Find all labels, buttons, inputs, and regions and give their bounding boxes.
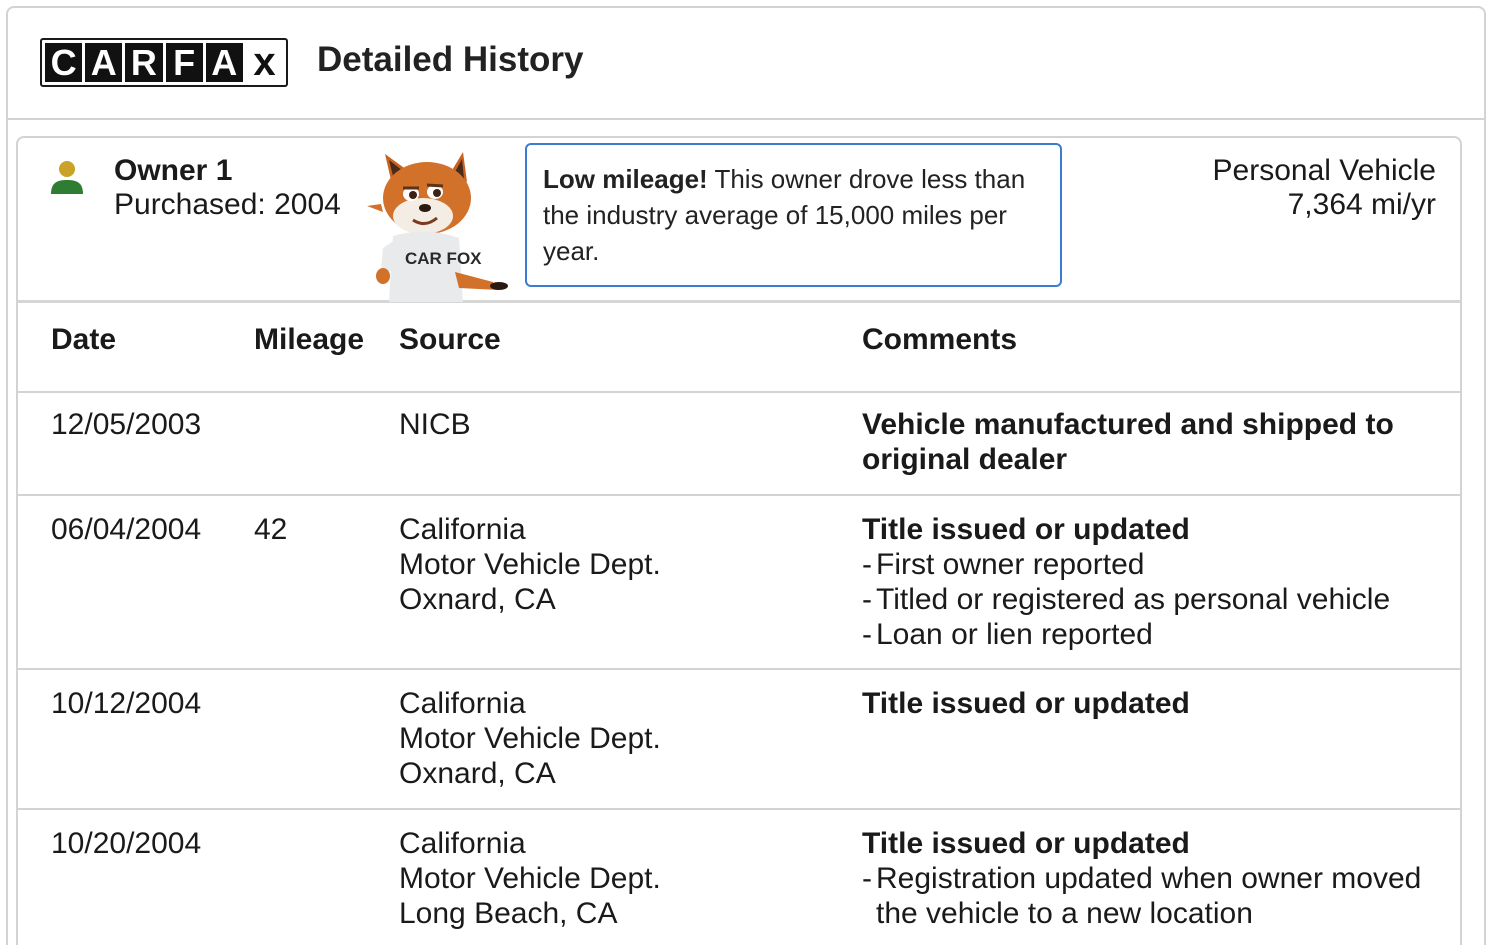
owner-purchased: Purchased: 2004: [114, 188, 341, 221]
table-row: 10/20/2004 California Motor Vehicle Dept…: [18, 812, 1460, 945]
source-line: California: [399, 513, 526, 546]
row-source: NICB: [399, 407, 471, 442]
comment-bullet: - Loan or lien reported: [862, 618, 1153, 651]
logo-letter: F: [165, 43, 203, 82]
column-header-mileage: Mileage: [254, 323, 365, 356]
comment-bullet-text: Titled or registered as personal vehicle: [876, 583, 1391, 616]
row-source: California Motor Vehicle Dept. Oxnard, C…: [399, 512, 661, 617]
report-header: C A R F A x Detailed History: [8, 8, 1484, 120]
logo-letter: A: [205, 43, 243, 82]
row-source: California Motor Vehicle Dept. Long Beac…: [399, 826, 661, 931]
table-row: 06/04/2004 42 California Motor Vehicle D…: [18, 498, 1460, 670]
row-comments: Title issued or updated - First owner rep…: [862, 512, 1442, 652]
comment-bullet-text: First owner reported: [876, 548, 1145, 581]
row-date: 10/12/2004: [51, 687, 202, 720]
person-icon: [51, 161, 83, 194]
row-comments: Vehicle manufactured and shipped to orig…: [862, 407, 1442, 477]
page-title: Detailed History: [317, 40, 584, 79]
mascot-shirt-text: CAR FOX: [405, 249, 482, 268]
comment-heading: Title issued or updated: [862, 513, 1190, 546]
low-mileage-callout: Low mileage! This owner drove less than …: [525, 143, 1062, 287]
carfox-mascot-icon: CAR FOX: [367, 152, 508, 302]
person-icon-body: [51, 180, 83, 194]
comment-bullet-text: Registration updated when owner moved th…: [876, 862, 1422, 930]
vehicle-miles-per-year: 7,364 mi/yr: [1287, 188, 1436, 221]
table-row: 10/12/2004 California Motor Vehicle Dept…: [18, 672, 1460, 810]
owner-history-card: Owner 1 Purchased: 2004 CAR FOX Low mile…: [16, 136, 1462, 945]
row-date: 12/05/2003: [51, 408, 202, 441]
owner-name: Owner 1: [114, 154, 233, 187]
source-line: Motor Vehicle Dept.: [399, 862, 661, 895]
callout-highlight: Low mileage!: [543, 164, 708, 194]
source-line: Oxnard, CA: [399, 583, 556, 616]
source-line: Motor Vehicle Dept.: [399, 722, 661, 755]
comment-bullet: - Titled or registered as personal vehicl…: [862, 583, 1391, 616]
source-line: California: [399, 827, 526, 860]
logo-letter: R: [125, 43, 163, 82]
source-line: Oxnard, CA: [399, 757, 556, 790]
owner-summary: Owner 1 Purchased: 2004 CAR FOX Low mile…: [18, 138, 1460, 303]
row-comments: Title issued or updated - Registration up…: [862, 826, 1442, 931]
column-header-source: Source: [399, 323, 501, 356]
comment-heading: Vehicle manufactured and shipped to orig…: [862, 408, 1394, 476]
table-row: 12/05/2003 NICB Vehicle manufactured and…: [18, 393, 1460, 496]
source-line: California: [399, 687, 526, 720]
carfax-logo: C A R F A x: [40, 38, 288, 87]
person-icon-head: [59, 161, 75, 177]
row-date: 10/20/2004: [51, 827, 202, 860]
row-comments: Title issued or updated: [862, 686, 1442, 721]
logo-letter: C: [45, 43, 83, 82]
comment-bullet-text: Loan or lien reported: [876, 618, 1153, 651]
row-source: California Motor Vehicle Dept. Oxnard, C…: [399, 686, 661, 791]
comment-heading: Title issued or updated: [862, 827, 1190, 860]
source-line: Motor Vehicle Dept.: [399, 548, 661, 581]
vehicle-type: Personal Vehicle: [1212, 154, 1436, 187]
row-mileage: 42: [254, 513, 288, 546]
row-date: 06/04/2004: [51, 513, 202, 546]
comment-heading: Title issued or updated: [862, 687, 1190, 720]
source-line: Long Beach, CA: [399, 897, 618, 930]
column-header-date: Date: [51, 323, 117, 356]
logo-letter: A: [85, 43, 123, 82]
logo-letter: x: [245, 42, 284, 82]
source-line: NICB: [399, 408, 471, 441]
comment-bullet: - First owner reported: [862, 548, 1145, 581]
column-header-comments: Comments: [862, 323, 1018, 356]
comment-bullet: - Registration updated when owner moved t…: [862, 861, 1442, 931]
